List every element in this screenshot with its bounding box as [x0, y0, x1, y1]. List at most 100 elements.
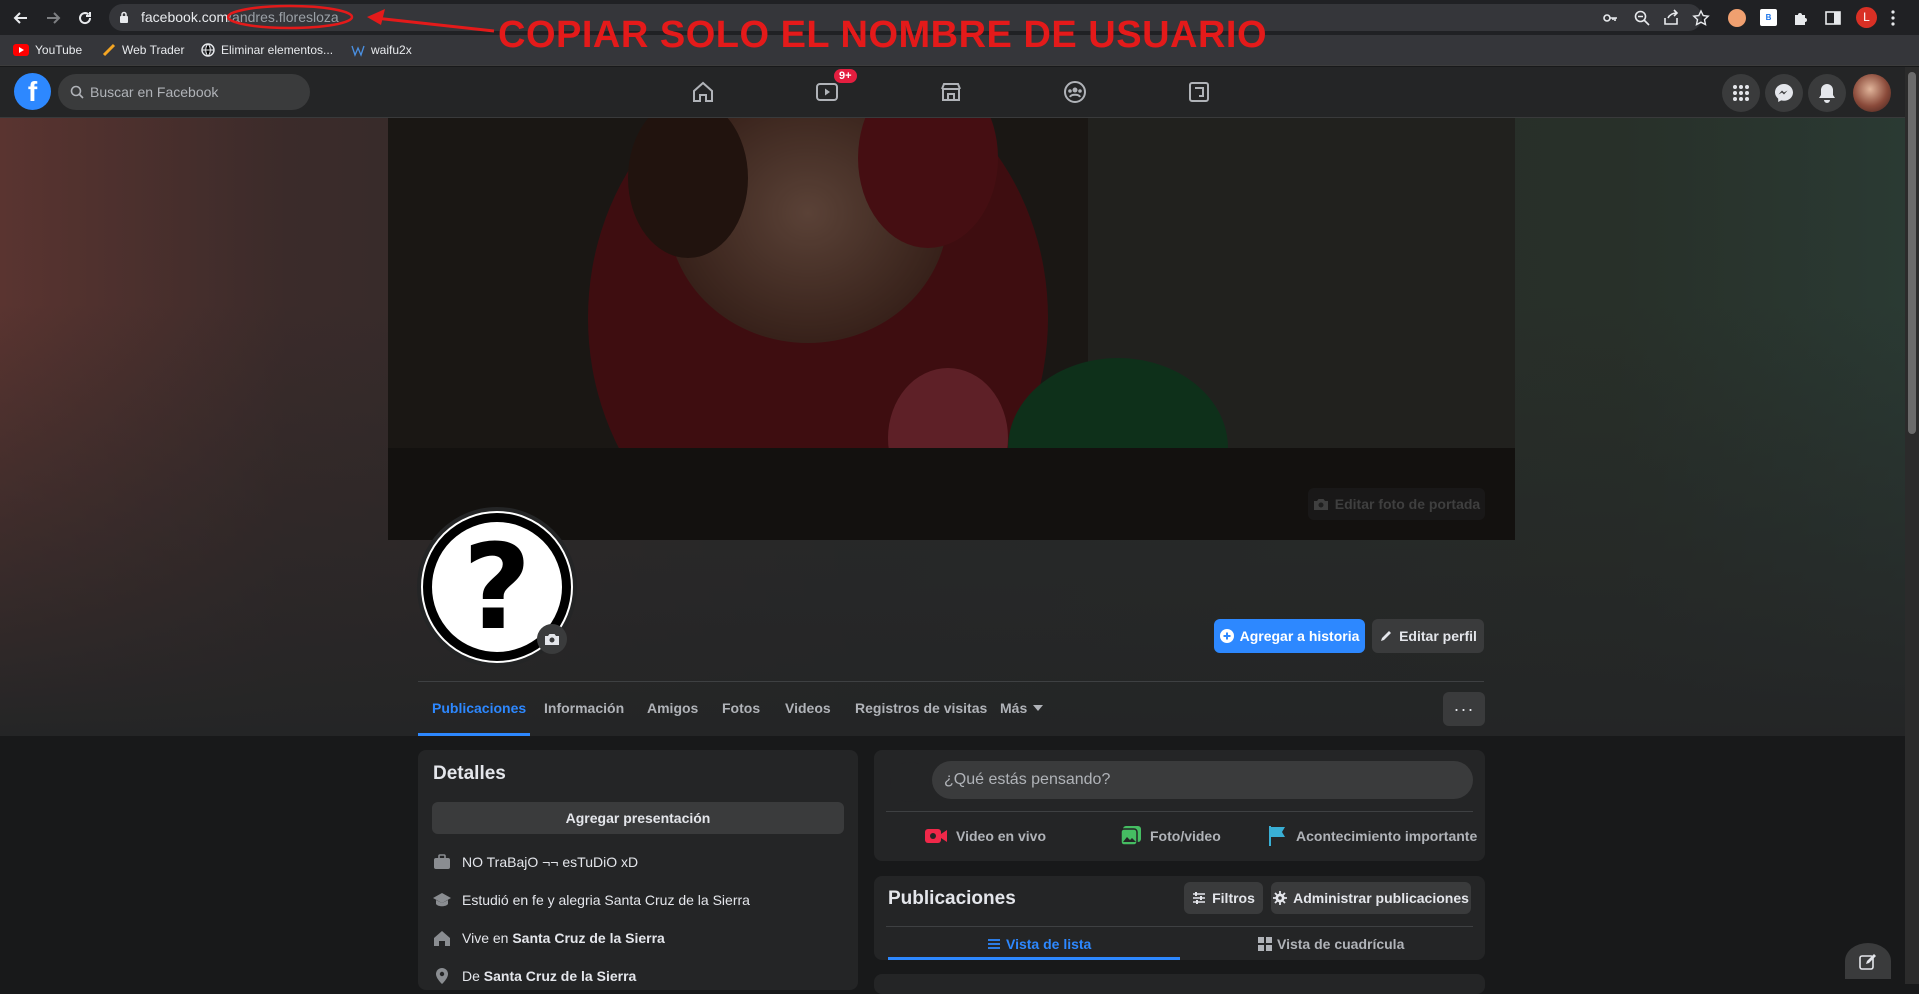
tab-registros-de-visitas[interactable]: Registros de visitas: [855, 700, 987, 716]
more-options-button[interactable]: ···: [1443, 692, 1485, 726]
manage-posts-button[interactable]: Administrar publicaciones: [1271, 882, 1471, 914]
bookmark-eliminar-elementos[interactable]: Eliminar elementos...: [201, 41, 333, 59]
manage-posts-label: Administrar publicaciones: [1293, 890, 1469, 906]
detail-from-text: De Santa Cruz de la Sierra: [462, 968, 636, 984]
tab-fotos[interactable]: Fotos: [722, 700, 760, 716]
annotation-text: COPIAR SOLO EL NOMBRE DE USUARIO: [498, 14, 1268, 56]
account-avatar[interactable]: [1853, 74, 1891, 112]
photo-video-label: Foto/video: [1150, 828, 1221, 844]
tab-videos[interactable]: Videos: [785, 700, 831, 716]
search-icon: [70, 85, 84, 99]
notifications-button[interactable]: [1808, 74, 1846, 112]
extensions-puzzle-icon[interactable]: [1792, 9, 1810, 27]
detail-work-text: NO TraBajO ¬¬ esTuDiO xD: [462, 854, 639, 870]
detail-education: Estudió en fe y alegria Santa Cruz de la…: [432, 889, 750, 911]
bookmark-waifu2x[interactable]: waifu2x: [351, 41, 412, 59]
grid-view-tab[interactable]: Vista de cuadrícula: [1258, 933, 1404, 955]
composer-avatar[interactable]: [890, 762, 930, 802]
edit-cover-label: Editar foto de portada: [1334, 496, 1481, 512]
lives-place-link[interactable]: Santa Cruz de la Sierra: [512, 930, 665, 946]
life-event-button[interactable]: Acontecimiento importante: [1268, 820, 1477, 852]
extension-owl-icon[interactable]: [1728, 9, 1746, 27]
location-pin-icon: [432, 966, 452, 986]
browser-menu-icon[interactable]: [1890, 9, 1896, 27]
waifu2x-icon: [351, 43, 365, 57]
nav-gaming[interactable]: [1169, 73, 1229, 111]
bell-icon: [1818, 83, 1836, 103]
add-to-story-button[interactable]: Agregar a historia: [1214, 619, 1365, 653]
menu-button[interactable]: [1722, 74, 1760, 112]
flag-icon: [1268, 825, 1288, 847]
nav-marketplace[interactable]: [921, 73, 981, 111]
photo-icon: [1120, 825, 1142, 847]
nav-watch[interactable]: 9+: [797, 69, 857, 111]
groups-icon: [1063, 80, 1087, 104]
gaming-icon: [1187, 80, 1211, 104]
from-prefix: De: [462, 968, 480, 984]
bookmark-label: waifu2x: [371, 43, 412, 57]
list-icon: [987, 938, 1001, 950]
gear-icon: [1273, 891, 1288, 905]
share-icon[interactable]: [1662, 9, 1680, 27]
url-text[interactable]: facebook.com/andres.floresloza: [141, 9, 339, 25]
nav-groups[interactable]: [1045, 73, 1105, 111]
url-path: /andres.floresloza: [228, 9, 339, 25]
posts-title: Publicaciones: [888, 888, 1016, 909]
back-button[interactable]: [9, 6, 33, 30]
facebook-search-input[interactable]: Buscar en Facebook: [58, 74, 310, 110]
camera-icon: [1313, 497, 1329, 511]
live-video-button[interactable]: Video en vivo: [924, 820, 1046, 852]
scrollbar-thumb[interactable]: [1908, 72, 1916, 434]
whats-on-your-mind-input[interactable]: ¿Qué estás pensando?: [932, 761, 1473, 799]
from-place-link[interactable]: Santa Cruz de la Sierra: [484, 968, 637, 984]
bookmark-web-trader[interactable]: Web Trader: [102, 41, 184, 59]
detail-lives-in-text: Vive en Santa Cruz de la Sierra: [462, 930, 665, 946]
reload-button[interactable]: [73, 6, 97, 30]
photo-video-button[interactable]: Foto/video: [1120, 820, 1221, 852]
watch-notification-badge: 9+: [834, 69, 857, 83]
bookmark-youtube[interactable]: YouTube: [13, 41, 82, 59]
filters-button[interactable]: Filtros: [1184, 882, 1263, 914]
facebook-logo[interactable]: f: [14, 73, 51, 110]
edit-profile-button[interactable]: Editar perfil: [1372, 619, 1484, 653]
key-icon[interactable]: [1601, 9, 1619, 27]
grid-menu-icon: [1732, 84, 1750, 102]
extension-b-icon[interactable]: B: [1760, 9, 1777, 26]
change-profile-picture-button[interactable]: [537, 624, 567, 654]
edit-cover-photo-button[interactable]: Editar foto de portada: [1308, 488, 1485, 520]
tab-informacion[interactable]: Información: [544, 700, 624, 716]
forward-button[interactable]: [41, 6, 65, 30]
next-post-card: [874, 974, 1485, 994]
live-video-label: Video en vivo: [956, 828, 1046, 844]
list-view-tab[interactable]: Vista de lista: [987, 933, 1091, 955]
new-message-button[interactable]: [1845, 943, 1891, 979]
post-composer-card: ¿Qué estás pensando? Video en vivo Foto/…: [874, 750, 1485, 861]
page-scrollbar[interactable]: [1905, 67, 1919, 984]
tab-publicaciones[interactable]: Publicaciones: [432, 700, 526, 716]
details-card: Detalles Agregar presentación NO TraBajO…: [418, 750, 858, 990]
live-video-icon: [924, 827, 948, 845]
add-to-story-label: Agregar a historia: [1239, 628, 1360, 644]
lock-icon[interactable]: [119, 11, 129, 23]
messenger-button[interactable]: [1765, 74, 1803, 112]
details-title: Detalles: [433, 763, 506, 784]
active-tab-indicator: [418, 733, 530, 736]
side-panel-icon[interactable]: [1824, 9, 1842, 27]
youtube-icon: [13, 44, 29, 56]
tab-amigos[interactable]: Amigos: [647, 700, 698, 716]
add-presentation-button[interactable]: Agregar presentación: [432, 802, 844, 834]
facebook-header: f Buscar en Facebook 9+: [0, 67, 1919, 118]
tab-mas[interactable]: Más: [1000, 700, 1044, 716]
grid-view-label: Vista de cuadrícula: [1277, 936, 1405, 952]
nav-home[interactable]: [673, 73, 733, 111]
web-trader-icon: [102, 43, 116, 57]
browser-profile-avatar[interactable]: L: [1856, 7, 1877, 28]
zoom-icon[interactable]: [1633, 9, 1651, 27]
url-host: facebook.com: [141, 9, 229, 25]
detail-education-text: Estudió en fe y alegria Santa Cruz de la…: [462, 892, 750, 908]
video-icon: [815, 80, 839, 104]
star-icon[interactable]: [1692, 9, 1710, 27]
cover-photo[interactable]: [388, 118, 1515, 540]
posts-divider: [886, 926, 1473, 927]
bookmark-label: YouTube: [35, 43, 83, 57]
